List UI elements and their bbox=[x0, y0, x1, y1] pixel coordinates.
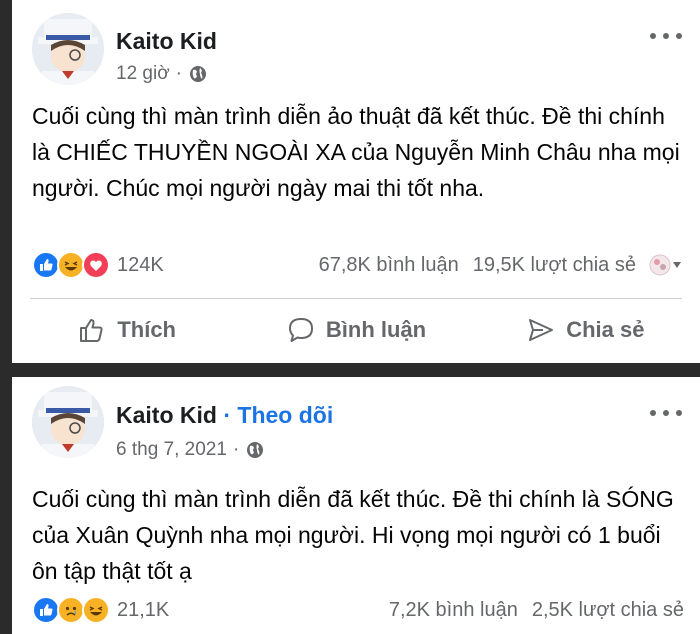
share-label: Chia sẻ bbox=[566, 317, 645, 342]
comment-label: Bình luận bbox=[325, 317, 427, 342]
author-line: Kaito Kid · Theo dõi bbox=[116, 402, 333, 429]
share-count[interactable]: 19,5K lượt chia sẻ bbox=[473, 254, 636, 277]
author-line: Kaito Kid bbox=[116, 28, 217, 55]
post-stats: 21,1K 7,2K bình luận 2,5K lượt chia sẻ bbox=[32, 595, 684, 625]
reaction-icons[interactable] bbox=[32, 596, 110, 624]
avatar-image bbox=[32, 386, 104, 458]
comment-button[interactable]: Bình luận bbox=[241, 304, 470, 356]
comment-icon bbox=[288, 318, 313, 342]
comment-count[interactable]: 67,8K bình luận bbox=[319, 254, 459, 277]
follow-link[interactable]: · Theo dõi bbox=[223, 402, 333, 428]
like-label: Thích bbox=[117, 317, 176, 342]
post-header: Kaito Kid · Theo dõi 6 thg 7, 2021 · bbox=[12, 377, 700, 473]
post-text: Cuối cùng thì màn trình diễn đã kết thúc… bbox=[32, 486, 674, 584]
avatar[interactable] bbox=[32, 386, 104, 458]
globe-icon bbox=[247, 442, 264, 458]
divider bbox=[30, 298, 682, 299]
like-icon bbox=[32, 251, 60, 279]
share-icon bbox=[529, 319, 554, 341]
post-time[interactable]: 12 giờ bbox=[116, 63, 170, 85]
author-name[interactable]: Kaito Kid bbox=[116, 402, 217, 428]
post-meta: 12 giờ · bbox=[116, 63, 208, 85]
avatar-image bbox=[32, 13, 104, 85]
more-options-icon[interactable] bbox=[650, 30, 682, 42]
like-button[interactable]: Thích bbox=[12, 304, 241, 356]
author-name[interactable]: Kaito Kid bbox=[116, 28, 217, 54]
globe-icon bbox=[190, 66, 206, 82]
post-card: Kaito Kid · Theo dõi 6 thg 7, 2021 · Cuố… bbox=[12, 377, 700, 634]
more-options-icon[interactable] bbox=[650, 407, 682, 419]
thumbs-up-icon bbox=[80, 319, 103, 342]
meta-separator: · bbox=[232, 439, 240, 460]
audience-selector-icon[interactable] bbox=[648, 253, 684, 277]
haha-icon bbox=[57, 251, 85, 279]
share-count[interactable]: 2,5K lượt chia sẻ bbox=[532, 599, 684, 622]
post-stats: 124K 67,8K bình luận 19,5K lượt chia sẻ bbox=[32, 250, 684, 280]
post-card: Kaito Kid 12 giờ · Cuối cùng thì màn trì… bbox=[12, 0, 700, 363]
love-icon bbox=[82, 251, 110, 279]
reaction-count[interactable]: 21,1K bbox=[117, 599, 169, 622]
comment-count[interactable]: 7,2K bình luận bbox=[389, 599, 518, 622]
post-text: Cuối cùng thì màn trình diễn ảo thuật đã… bbox=[32, 103, 680, 201]
sad-icon bbox=[57, 596, 85, 624]
haha-icon bbox=[82, 596, 110, 624]
avatar[interactable] bbox=[32, 13, 104, 85]
post-header: Kaito Kid 12 giờ · bbox=[12, 0, 700, 96]
action-bar: Thích Bình luận Chia sẻ bbox=[12, 304, 700, 356]
share-button[interactable]: Chia sẻ bbox=[471, 304, 700, 356]
meta-separator: · bbox=[175, 63, 182, 84]
like-icon bbox=[32, 596, 60, 624]
post-meta: 6 thg 7, 2021 · bbox=[116, 439, 265, 461]
reaction-icons[interactable] bbox=[32, 251, 110, 279]
reaction-count[interactable]: 124K bbox=[117, 254, 164, 277]
post-time[interactable]: 6 thg 7, 2021 bbox=[116, 439, 227, 461]
